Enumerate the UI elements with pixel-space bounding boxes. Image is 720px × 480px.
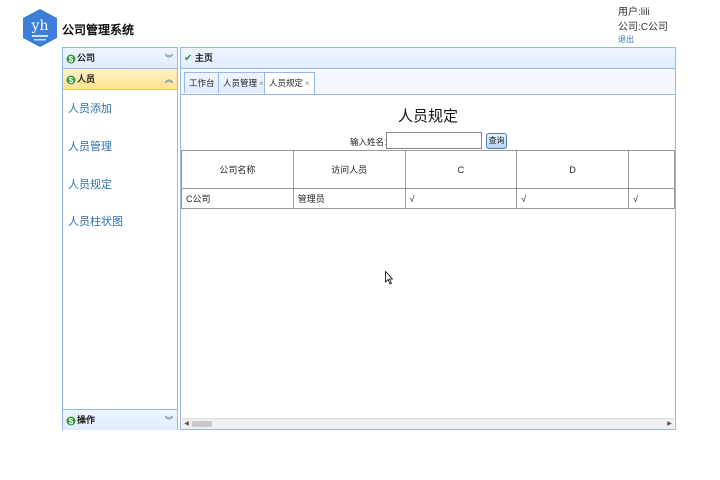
logo-text: yh	[31, 18, 49, 34]
close-icon[interactable]: ×	[305, 79, 310, 88]
main-panel-header: ✔ 主页	[181, 48, 675, 69]
table-cell: √	[628, 188, 675, 209]
column-header: C	[404, 150, 518, 189]
system-title: 公司管理系统	[62, 23, 135, 37]
user-info: 用户:lili 公司:C公司 退出	[618, 5, 668, 45]
section-label: 公司	[77, 53, 96, 63]
column-header: D	[516, 150, 630, 189]
left-nav-panel: $ 公司 ︾ $ 人员 ︽ 人员添加 人员管理 人员规定 人员柱状图 $ 操作 ︾	[62, 47, 178, 430]
column-header: 公司名称	[181, 150, 294, 189]
sidebar-item-add-staff[interactable]: 人员添加	[68, 100, 112, 116]
section-label: 人员	[77, 74, 96, 84]
sidebar-item-manage-staff[interactable]: 人员管理	[68, 138, 112, 154]
dollar-icon: $	[66, 54, 76, 64]
check-icon: ✔	[184, 53, 193, 64]
logout-link[interactable]: 退出	[618, 35, 668, 45]
dollar-icon: $	[66, 416, 76, 426]
table-header-row: 公司名称 访问人员 C D	[181, 150, 675, 189]
page-title: 人员规定	[397, 108, 458, 125]
tab-label: 工作台	[189, 78, 215, 88]
scrollbar-thumb[interactable]	[192, 421, 212, 427]
tab-workbench[interactable]: 工作台	[184, 72, 220, 93]
column-header: 访问人员	[292, 150, 406, 189]
svg-text:$: $	[69, 76, 74, 85]
table-row: C公司 管理员 √ √ √	[181, 188, 675, 209]
tab-label: 人员管理	[223, 78, 258, 88]
close-icon[interactable]: ×	[259, 79, 264, 88]
tab-staff-rules[interactable]: 人员规定 ×	[264, 72, 315, 94]
company-logo: yh	[23, 9, 57, 47]
table-cell: √	[516, 188, 630, 209]
column-header	[628, 150, 675, 189]
tab-label: 人员规定	[269, 78, 304, 88]
section-operations-header[interactable]: $ 操作 ︾	[63, 409, 177, 430]
name-search-input[interactable]	[386, 132, 482, 149]
sidebar-item-staff-rules[interactable]: 人员规定	[68, 176, 112, 192]
svg-text:$: $	[69, 55, 74, 64]
section-label: 操作	[77, 415, 96, 425]
main-panel: ✔ 主页 工作台 人员管理 × 人员规定 × 人员规定 输入姓名： 查询 公司名称 …	[180, 47, 676, 430]
sidebar-item-staff-chart[interactable]: 人员柱状图	[68, 213, 123, 229]
tab-manage-staff[interactable]: 人员管理 ×	[218, 72, 269, 93]
mouse-cursor-icon	[385, 271, 393, 285]
user-company: 公司:C公司	[618, 22, 668, 33]
scroll-right-icon[interactable]: ▶	[665, 419, 674, 429]
table-cell: √	[404, 188, 518, 209]
scroll-left-icon[interactable]: ◀	[182, 419, 191, 429]
tab-bar: 工作台 人员管理 × 人员规定 ×	[181, 69, 675, 95]
chevron-down-icon[interactable]: ︾	[165, 410, 173, 431]
horizontal-scrollbar[interactable]: ◀ ▶	[182, 418, 674, 429]
search-button[interactable]: 查询	[486, 133, 507, 149]
chevron-up-icon[interactable]: ︽	[165, 69, 173, 90]
section-staff-header[interactable]: $ 人员 ︽	[63, 69, 177, 90]
svg-text:$: $	[69, 417, 74, 426]
rules-table: 公司名称 访问人员 C D C公司 管理员 √ √ √	[181, 150, 675, 209]
table-cell: 管理员	[292, 188, 406, 209]
main-panel-title: 主页	[194, 53, 213, 63]
section-company-header[interactable]: $ 公司 ︾	[63, 48, 177, 69]
user-name: 用户:lili	[618, 7, 650, 18]
dollar-icon: $	[66, 75, 76, 85]
chevron-down-icon[interactable]: ︾	[165, 48, 173, 69]
table-cell: C公司	[181, 188, 294, 209]
